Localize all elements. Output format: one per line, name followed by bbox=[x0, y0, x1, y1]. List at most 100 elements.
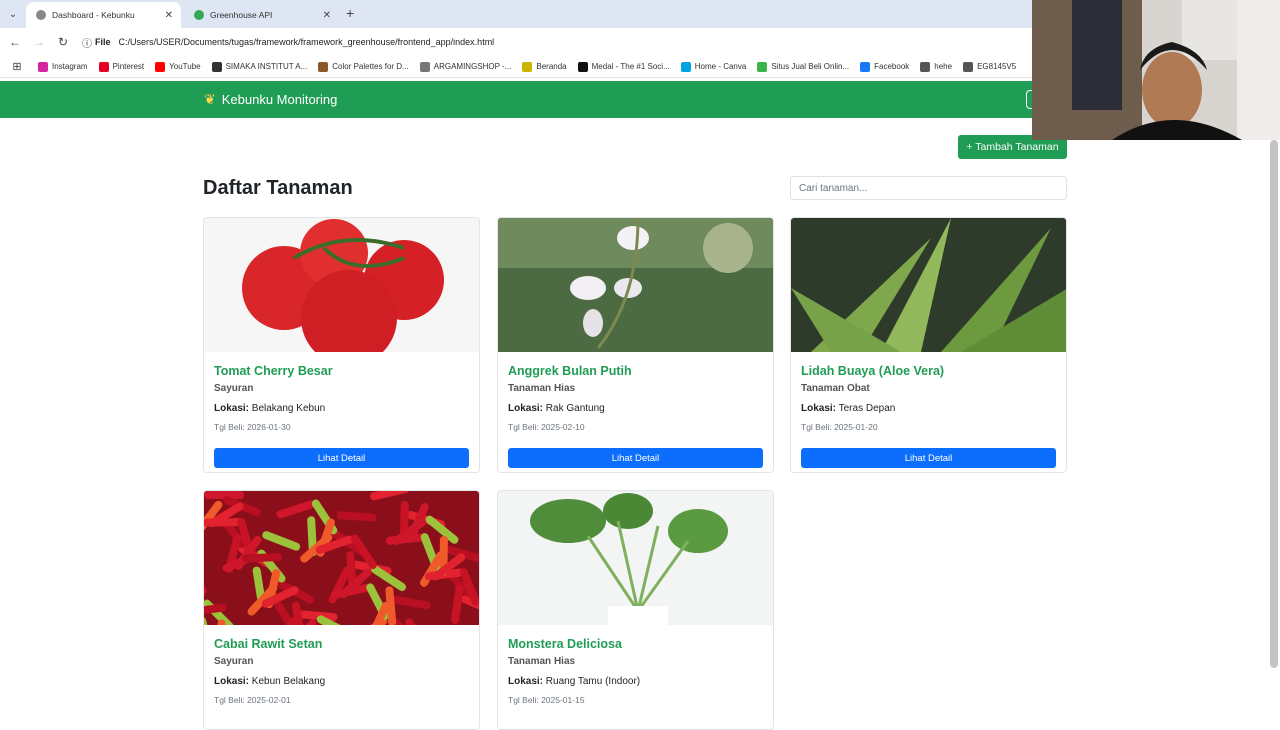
forward-icon[interactable]: → bbox=[27, 35, 51, 49]
plant-location: Lokasi: Kebun Belakang bbox=[214, 676, 469, 687]
bookmark-item[interactable]: YouTube bbox=[155, 61, 201, 72]
address-bar[interactable]: ⓘ File C:/Users/USER/Documents/tugas/fra… bbox=[82, 32, 1032, 52]
bookmark-label: Facebook bbox=[874, 62, 910, 71]
bookmark-icon bbox=[522, 61, 533, 72]
plant-name[interactable]: Monstera Deliciosa bbox=[508, 637, 763, 651]
bookmark-icon bbox=[860, 61, 871, 72]
bookmark-icon bbox=[38, 61, 48, 72]
plant-category: Sayuran bbox=[214, 656, 254, 667]
purchase-date: Tgl Beli: 2025-02-10 bbox=[508, 422, 585, 432]
bookmark-icon bbox=[920, 61, 931, 72]
location-value: Kebun Belakang bbox=[251, 676, 326, 687]
plant-category: Tanaman Hias bbox=[508, 383, 576, 394]
plant-name[interactable]: Tomat Cherry Besar bbox=[214, 364, 469, 378]
browser-tab-greenhouse[interactable]: Greenhouse API ✕ bbox=[184, 2, 339, 28]
info-icon[interactable]: ⓘ bbox=[82, 35, 92, 50]
tab-search-icon[interactable]: ⌄ bbox=[4, 5, 22, 23]
location-value: Rak Gantung bbox=[545, 403, 605, 414]
plant-category: Sayuran bbox=[214, 383, 254, 394]
bookmark-label: YouTube bbox=[169, 62, 201, 71]
bookmark-item[interactable]: Home - Canva bbox=[680, 61, 746, 72]
bookmark-icon bbox=[963, 61, 974, 72]
page-title: Daftar Tanaman bbox=[203, 177, 353, 199]
purchase-date: Tgl Beli: 2025-01-15 bbox=[508, 695, 585, 705]
bookmark-label: Color Palettes for D... bbox=[332, 62, 409, 71]
view-detail-button[interactable]: Lihat Detail bbox=[508, 448, 763, 468]
sprout-icon: ❦ bbox=[204, 91, 216, 107]
plant-location: Lokasi: Belakang Kebun bbox=[214, 403, 469, 414]
plant-card: Anggrek Bulan Putih Tanaman Hias Lokasi:… bbox=[497, 217, 774, 473]
view-detail-button[interactable]: Lihat Detail bbox=[214, 448, 469, 468]
bookmark-icon bbox=[680, 61, 691, 72]
bookmark-label: ARGAMINGSHOP -... bbox=[433, 62, 512, 71]
bookmark-label: Instagram bbox=[52, 62, 88, 71]
close-icon[interactable]: ✕ bbox=[165, 10, 173, 21]
plant-category: Tanaman Obat bbox=[801, 383, 870, 394]
plant-name[interactable]: Lidah Buaya (Aloe Vera) bbox=[801, 364, 1056, 378]
bookmark-label: EG8145V5 bbox=[977, 62, 1017, 71]
globe-icon bbox=[36, 10, 46, 20]
reload-icon[interactable]: ↻ bbox=[51, 35, 75, 49]
location-label: Lokasi: bbox=[214, 676, 250, 687]
bookmark-item[interactable]: hehe bbox=[920, 61, 953, 72]
bookmark-item[interactable]: Facebook bbox=[860, 61, 910, 72]
bookmark-item[interactable]: Medal - The #1 Soci... bbox=[577, 61, 670, 72]
plant-image bbox=[204, 491, 479, 625]
plant-card: Lidah Buaya (Aloe Vera) Tanaman Obat Lok… bbox=[790, 217, 1067, 473]
plant-location: Lokasi: Ruang Tamu (Indoor) bbox=[508, 676, 763, 687]
view-detail-button[interactable]: Lihat Detail bbox=[801, 448, 1056, 468]
plant-image bbox=[498, 491, 773, 625]
bookmark-icon bbox=[577, 61, 588, 72]
api-favicon-icon bbox=[194, 10, 204, 20]
browser-tab-dashboard[interactable]: Dashboard - Kebunku ✕ bbox=[26, 2, 181, 28]
bookmark-icon bbox=[419, 61, 430, 72]
new-tab-icon[interactable]: + bbox=[346, 5, 354, 21]
location-value: Belakang Kebun bbox=[251, 403, 326, 414]
bookmark-label: Medal - The #1 Soci... bbox=[591, 62, 670, 71]
plant-image bbox=[791, 218, 1066, 352]
bookmark-item[interactable]: Pinterest bbox=[98, 61, 144, 72]
plant-category: Tanaman Hias bbox=[508, 656, 576, 667]
webcam-overlay bbox=[1032, 0, 1280, 140]
search-input[interactable]: Cari tanaman... bbox=[790, 176, 1067, 200]
close-icon[interactable]: ✕ bbox=[323, 10, 331, 21]
tab-label: Greenhouse API bbox=[210, 10, 273, 20]
bookmark-item[interactable]: Color Palettes for D... bbox=[318, 61, 409, 72]
plant-location: Lokasi: Rak Gantung bbox=[508, 403, 763, 414]
apps-grid-icon[interactable]: ⊞ bbox=[6, 60, 28, 73]
tab-label: Dashboard - Kebunku bbox=[52, 10, 135, 20]
bookmark-label: Situs Jual Beli Onlin... bbox=[771, 62, 850, 71]
plant-location: Lokasi: Teras Depan bbox=[801, 403, 1056, 414]
location-label: Lokasi: bbox=[508, 403, 544, 414]
bookmark-label: Beranda bbox=[536, 62, 567, 71]
bookmark-icon bbox=[211, 61, 222, 72]
bookmark-icon bbox=[318, 61, 329, 72]
plant-name[interactable]: Anggrek Bulan Putih bbox=[508, 364, 763, 378]
purchase-date: Tgl Beli: 2026-01-30 bbox=[214, 422, 291, 432]
plant-name[interactable]: Cabai Rawit Setan bbox=[214, 637, 469, 651]
bookmark-item[interactable]: SIMAKA INSTITUT A... bbox=[211, 61, 308, 72]
purchase-date: Tgl Beli: 2025-02-01 bbox=[214, 695, 291, 705]
bookmark-icon bbox=[98, 61, 109, 72]
location-value: Ruang Tamu (Indoor) bbox=[545, 676, 641, 687]
bookmark-label: hehe bbox=[934, 62, 953, 71]
scheme-label: File bbox=[95, 37, 111, 47]
plant-card: Cabai Rawit Setan Sayuran Lokasi: Kebun … bbox=[203, 490, 480, 730]
brand[interactable]: ❦ Kebunku Monitoring bbox=[204, 91, 337, 108]
plant-image bbox=[204, 218, 479, 352]
location-label: Lokasi: bbox=[508, 676, 544, 687]
scrollbar-thumb[interactable] bbox=[1270, 140, 1278, 668]
bookmark-item[interactable]: Beranda bbox=[522, 61, 567, 72]
brand-label: Kebunku Monitoring bbox=[221, 92, 338, 107]
back-icon[interactable]: ← bbox=[3, 35, 27, 49]
bookmark-item[interactable]: EG8145V5 bbox=[963, 61, 1017, 72]
location-value: Teras Depan bbox=[838, 403, 896, 414]
bookmark-item[interactable]: Situs Jual Beli Onlin... bbox=[757, 61, 850, 72]
bookmark-item[interactable]: Instagram bbox=[38, 61, 88, 72]
bookmark-item[interactable]: ARGAMINGSHOP -... bbox=[419, 61, 512, 72]
plant-card: Tomat Cherry Besar Sayuran Lokasi: Belak… bbox=[203, 217, 480, 473]
bookmark-label: SIMAKA INSTITUT A... bbox=[225, 62, 308, 71]
url-text: C:/Users/USER/Documents/tugas/framework/… bbox=[118, 37, 495, 47]
plant-card: Monstera Deliciosa Tanaman Hias Lokasi: … bbox=[497, 490, 774, 730]
bookmark-icon bbox=[757, 61, 768, 72]
